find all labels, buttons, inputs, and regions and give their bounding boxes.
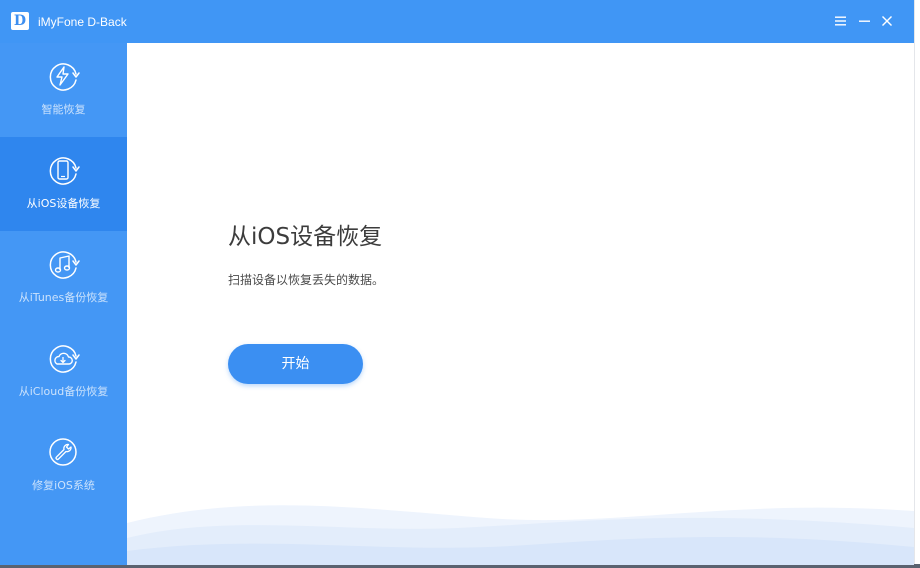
page-title: 从iOS设备恢复: [228, 224, 383, 250]
minimize-icon: [858, 20, 870, 22]
wrench-icon: [49, 438, 77, 466]
menu-button[interactable]: [831, 12, 849, 30]
lightning-refresh-icon: [49, 63, 80, 91]
sidebar-item-label: 从iCloud备份恢复: [18, 385, 109, 398]
minimize-button[interactable]: [855, 12, 873, 30]
menu-icon: [834, 16, 846, 26]
sidebar-item-label: 修复iOS系统: [32, 479, 95, 492]
sidebar-item-label: 从iTunes备份恢复: [18, 291, 109, 304]
music-note-refresh-icon: [49, 251, 80, 279]
app-title: iMyFone D-Back: [38, 15, 127, 29]
sidebar: 智能恢复 从iOS设备恢复 从iTunes备份恢复 从iCloud备份恢复 修复…: [0, 43, 127, 565]
sidebar-item-itunes-backup-recovery[interactable]: 从iTunes备份恢复: [0, 231, 127, 325]
phone-refresh-icon: [49, 157, 80, 185]
app-window: D iMyFone D-Back 智能恢复 从iOS设备恢复 从iTunes备份…: [0, 0, 914, 565]
close-icon: [882, 16, 892, 26]
cloud-refresh-icon: [49, 345, 80, 373]
title-bar[interactable]: D iMyFone D-Back: [0, 0, 914, 43]
sidebar-item-ios-device-recovery[interactable]: 从iOS设备恢复: [0, 137, 127, 231]
close-button[interactable]: [878, 12, 896, 30]
sidebar-item-smart-recovery[interactable]: 智能恢复: [0, 43, 127, 137]
sidebar-item-icloud-backup-recovery[interactable]: 从iCloud备份恢复: [0, 325, 127, 419]
app-logo: D: [11, 12, 29, 30]
decorative-waves: [127, 505, 914, 565]
sidebar-item-label: 智能恢复: [41, 103, 86, 116]
background-desktop-edge: [914, 0, 920, 568]
sidebar-item-label: 从iOS设备恢复: [26, 197, 101, 210]
page-description: 扫描设备以恢复丢失的数据。: [228, 273, 385, 287]
start-button[interactable]: 开始: [228, 344, 363, 384]
sidebar-item-repair-ios[interactable]: 修复iOS系统: [0, 419, 127, 513]
main-panel: 从iOS设备恢复 扫描设备以恢复丢失的数据。 开始: [127, 43, 914, 565]
